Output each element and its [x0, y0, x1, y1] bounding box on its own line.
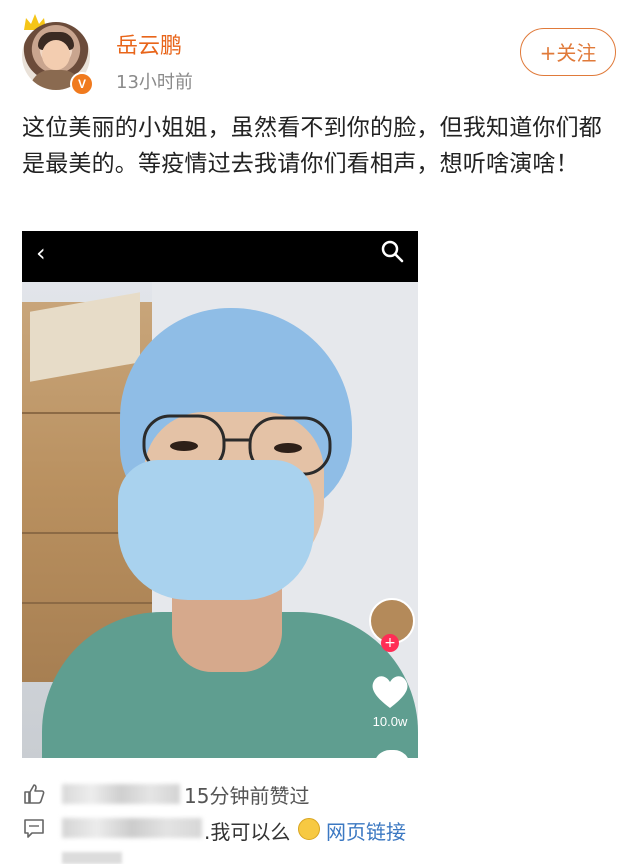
blurred-username	[62, 818, 202, 838]
web-link[interactable]: 网页链接	[326, 816, 406, 845]
post-time: 13小时前	[116, 72, 193, 93]
follow-plus-icon[interactable]: +	[381, 634, 399, 652]
search-icon[interactable]	[380, 239, 404, 263]
comment-icon[interactable]	[22, 816, 46, 840]
username[interactable]: 岳云鹏	[116, 28, 182, 60]
follow-button[interactable]: +关注	[520, 28, 616, 76]
thumbs-up-icon[interactable]	[22, 782, 46, 806]
heart-icon[interactable]	[370, 674, 410, 710]
face-mask	[118, 460, 314, 600]
video-frame: + 10.0w	[22, 282, 418, 758]
video-topbar: ‹	[22, 231, 418, 282]
like-count: 10.0w	[372, 714, 408, 729]
truncated-row	[62, 852, 122, 864]
verified-badge-icon: V	[70, 72, 94, 96]
reply-text: .我可以么	[204, 820, 291, 844]
blurred-username	[62, 784, 180, 804]
post-text: 这位美丽的小姐姐，虽然看不到你的脸，但我知道你们都是最美的。等疫情过去我请你们看…	[22, 115, 602, 177]
video-player[interactable]: ‹ + 10.0w	[22, 231, 418, 758]
back-icon[interactable]: ‹	[36, 239, 46, 267]
smile-emoji-icon	[298, 818, 320, 840]
like-activity-text: 15分钟前赞过	[184, 784, 310, 808]
